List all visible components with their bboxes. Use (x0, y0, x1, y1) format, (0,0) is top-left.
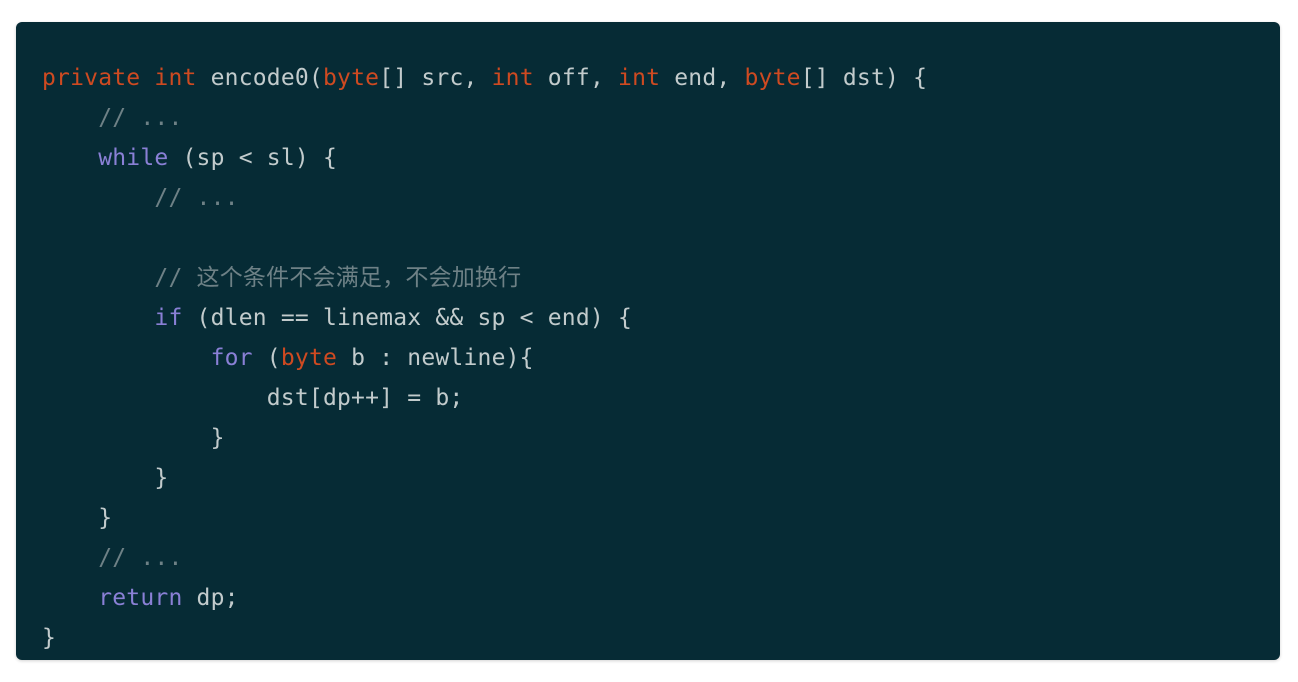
code-token-keyword: while (98, 145, 169, 171)
code-token-default: dp; (182, 585, 239, 611)
code-token-default (42, 545, 98, 571)
code-line: return dp; (42, 578, 1280, 618)
code-line: // 这个条件不会满足，不会加换行 (42, 258, 1280, 298)
code-token-default: } (42, 425, 225, 451)
code-token-default: [] src, (379, 65, 492, 91)
code-line: } (42, 458, 1280, 498)
code-token-keyword: if (154, 305, 183, 331)
code-line: for (byte b : newline){ (42, 338, 1280, 378)
code-token-default: ( (252, 345, 281, 371)
code-token-type: byte (323, 65, 380, 91)
code-line: if (dlen == linemax && sp < end) { (42, 298, 1280, 338)
code-token-default (42, 265, 154, 291)
code-block-panel: private int encode0(byte[] src, int off,… (16, 22, 1280, 660)
code-token-default: } (42, 625, 57, 651)
code-line: while (sp < sl) { (42, 138, 1280, 178)
code-token-default: [] dst) { (800, 65, 928, 91)
code-token-default (140, 65, 154, 91)
code-token-default (42, 585, 98, 611)
code-token-type: int (491, 65, 534, 91)
code-token-default (42, 105, 98, 131)
code-line (42, 218, 1280, 258)
code-line: private int encode0(byte[] src, int off,… (42, 58, 1280, 98)
code-token-type: byte (280, 345, 338, 371)
code-token-default: dst[dp++] = b; (42, 385, 464, 411)
code-token-default (42, 305, 154, 331)
code-token-default (42, 225, 56, 251)
code-token-default: encode0( (196, 65, 323, 91)
code-line: } (42, 498, 1280, 538)
code-token-type: int (618, 65, 661, 91)
code-token-default: b : newline){ (337, 345, 534, 371)
code-token-default: off, (533, 65, 619, 91)
code-token-comment: // ... (98, 105, 183, 131)
code-token-default (42, 345, 211, 371)
code-token-default (42, 185, 154, 211)
code-token-type: private (42, 65, 141, 91)
code-token-default (42, 145, 98, 171)
code-line: // ... (42, 538, 1280, 578)
code-token-comment: // ... (154, 185, 239, 211)
code-token-default: end, (660, 65, 745, 91)
code-token-comment: // 这个条件不会满足，不会加换行 (154, 265, 522, 291)
code-token-default: (dlen == linemax && sp < end) { (182, 305, 633, 331)
code-token-keyword: for (210, 345, 253, 371)
code-token-type: byte (744, 65, 801, 91)
code-token-default: (sp < sl) { (168, 145, 338, 171)
code-line: } (42, 618, 1280, 658)
code-token-default: } (42, 505, 113, 531)
code-token-keyword: return (98, 585, 183, 611)
code-token-default: } (42, 465, 169, 491)
code-line: // ... (42, 178, 1280, 218)
code-token-comment: // ... (98, 545, 183, 571)
code-line: dst[dp++] = b; (42, 378, 1280, 418)
code-content[interactable]: private int encode0(byte[] src, int off,… (16, 22, 1280, 658)
code-line: } (42, 418, 1280, 458)
code-token-type: int (154, 65, 197, 91)
code-line: // ... (42, 98, 1280, 138)
